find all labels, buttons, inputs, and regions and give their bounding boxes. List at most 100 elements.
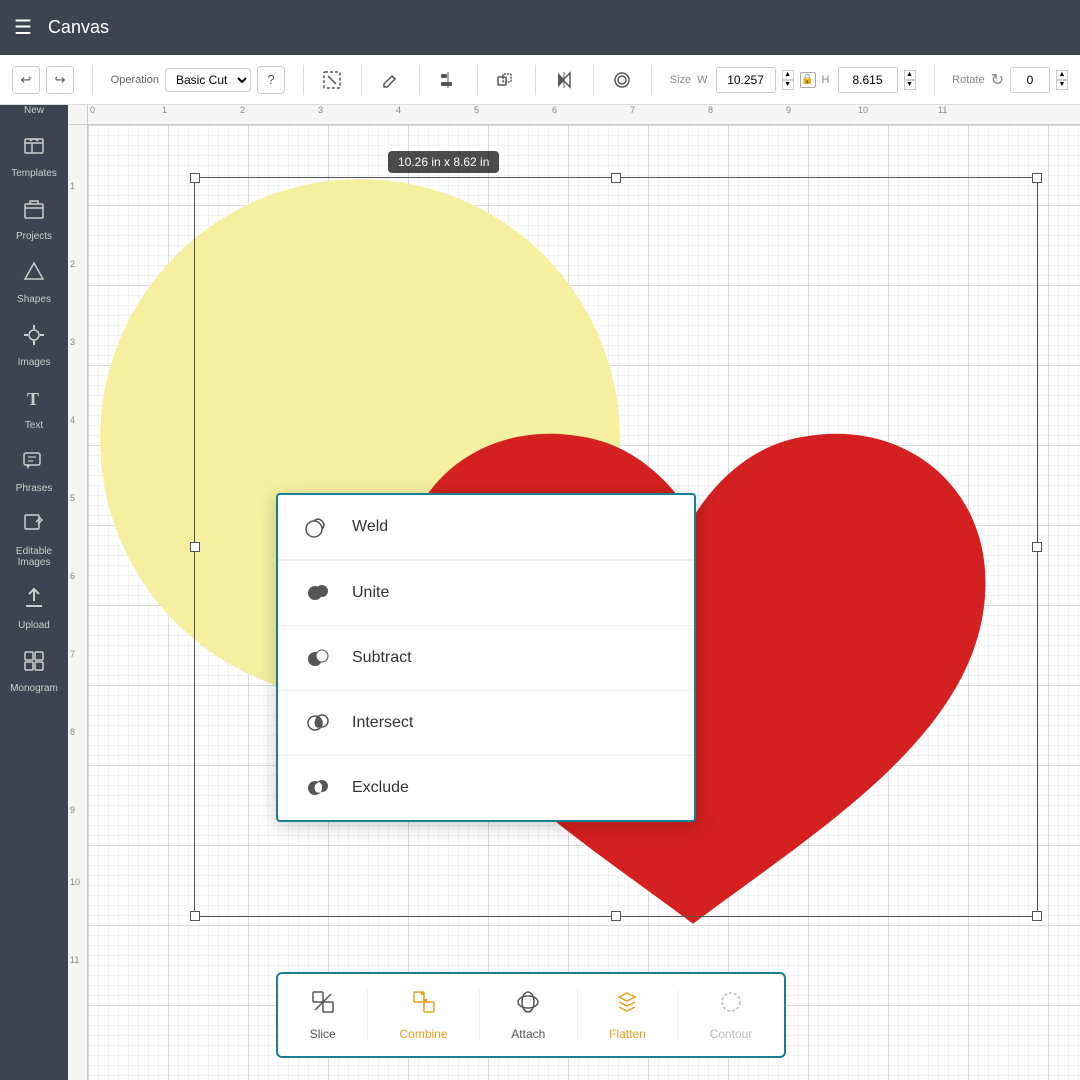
ruler-h-tick-3: 3: [318, 105, 323, 115]
bt-item-attach[interactable]: Attach: [499, 983, 557, 1047]
sidebar-item-editable-images[interactable]: Editable Images: [2, 504, 66, 576]
align-icon: [438, 70, 458, 90]
redo-button[interactable]: ↪: [46, 66, 74, 94]
rotate-up[interactable]: ▲: [1056, 70, 1068, 80]
ruler-h-tick-5: 5: [474, 105, 479, 115]
bt-item-combine[interactable]: Combine: [387, 983, 459, 1047]
size-label: Size: [670, 74, 691, 86]
sidebar-item-label-new: New: [24, 105, 44, 116]
operation-select[interactable]: Basic Cut: [165, 68, 251, 92]
size-h-up[interactable]: ▲: [904, 70, 916, 80]
sidebar-item-images[interactable]: Images: [2, 315, 66, 376]
ruler-v-tick-5: 5: [70, 493, 75, 503]
size-tooltip-text: 10.26 in x 8.62 in: [398, 155, 489, 169]
intersect-icon: [302, 707, 334, 739]
sidebar-item-label-images: Images: [18, 357, 51, 368]
sidebar-item-label-text: Text: [25, 420, 43, 431]
bt-item-slice[interactable]: Slice: [298, 983, 348, 1047]
canvas-area: 0 1 2 3 4 5 6 7 8 9 10 11 1 2 3 4 5 6 7 …: [68, 105, 1080, 1080]
menu-item-intersect[interactable]: Intersect: [278, 691, 694, 756]
bt-item-contour: Contour: [698, 983, 765, 1047]
size-h-down[interactable]: ▼: [904, 80, 916, 90]
sel-handle-tl[interactable]: [190, 173, 200, 183]
menu-item-label-exclude: Exclude: [352, 779, 409, 797]
ruler-h-tick-9: 9: [786, 105, 791, 115]
sidebar-item-upload[interactable]: Upload: [2, 578, 66, 639]
subtract-icon: [302, 642, 334, 674]
menu-item-label-subtract: Subtract: [352, 649, 412, 667]
sidebar-item-label-upload: Upload: [18, 620, 50, 631]
deselect-button[interactable]: [322, 64, 343, 96]
ruler-v-tick-7: 7: [70, 649, 75, 659]
bt-item-flatten[interactable]: Flatten: [597, 983, 658, 1047]
sep-8: [651, 65, 652, 95]
ruler-v-tick-8: 8: [70, 727, 75, 737]
size-h-label: H: [822, 74, 830, 86]
ruler-h-tick-11: 11: [938, 105, 947, 115]
unite-icon: [302, 577, 334, 609]
ruler-h-tick-1: 1: [162, 105, 167, 115]
size-w-up[interactable]: ▲: [782, 70, 794, 80]
sidebar-item-projects[interactable]: Projects: [2, 189, 66, 250]
slice-icon: [310, 989, 336, 1021]
bt-label-flatten: Flatten: [609, 1027, 646, 1041]
sep-1: [92, 65, 93, 95]
size-w-down[interactable]: ▼: [782, 80, 794, 90]
upload-icon: [22, 586, 46, 616]
size-w-input[interactable]: [716, 67, 776, 93]
sidebar-item-text[interactable]: T Text: [2, 378, 66, 439]
sidebar-item-phrases[interactable]: Phrases: [2, 441, 66, 502]
sidebar-item-shapes[interactable]: Shapes: [2, 252, 66, 313]
sel-handle-mr[interactable]: [1032, 542, 1042, 552]
flip-icon: [554, 70, 574, 90]
monogram-icon: [22, 649, 46, 679]
sep-4: [419, 65, 420, 95]
ruler-v-tick-11: 11: [70, 955, 79, 965]
lock-aspect-icon[interactable]: 🔒: [800, 72, 816, 88]
flip-button[interactable]: [554, 64, 575, 96]
sidebar-item-templates[interactable]: Templates: [2, 126, 66, 187]
ruler-h-tick-2: 2: [240, 105, 245, 115]
templates-icon: [22, 134, 46, 164]
bt-label-attach: Attach: [511, 1027, 545, 1041]
sidebar-item-label-monogram: Monogram: [10, 683, 58, 694]
menu-item-exclude[interactable]: Exclude: [278, 756, 694, 820]
menu-item-unite[interactable]: Unite: [278, 561, 694, 626]
exclude-icon: [302, 772, 334, 804]
rotate-label: Rotate: [952, 74, 984, 86]
operation-group: Operation Basic Cut ?: [111, 66, 285, 94]
ruler-v-tick-6: 6: [70, 571, 75, 581]
sidebar-item-monogram[interactable]: Monogram: [2, 641, 66, 702]
sidebar-item-label-templates: Templates: [11, 168, 57, 179]
operation-help-button[interactable]: ?: [257, 66, 285, 94]
undo-button[interactable]: ↩: [12, 66, 40, 94]
arrange-button[interactable]: [496, 64, 517, 96]
topbar: ☰ Canvas: [0, 0, 1080, 55]
rotate-input[interactable]: [1010, 67, 1050, 93]
sep-6: [535, 65, 536, 95]
offset-button[interactable]: [612, 64, 633, 96]
align-button[interactable]: [438, 64, 459, 96]
canvas-grid[interactable]: 10.26 in x 8.62 in Weld: [88, 125, 1080, 1080]
ruler-v-tick-9: 9: [70, 805, 75, 815]
sel-handle-tm[interactable]: [611, 173, 621, 183]
weld-icon: [302, 511, 334, 543]
sel-handle-br[interactable]: [1032, 911, 1042, 921]
sel-handle-bl[interactable]: [190, 911, 200, 921]
menu-item-weld[interactable]: Weld: [278, 495, 694, 560]
menu-item-subtract[interactable]: Subtract: [278, 626, 694, 691]
projects-icon: [22, 197, 46, 227]
rotate-down[interactable]: ▼: [1056, 80, 1068, 90]
deselect-icon: [323, 71, 341, 89]
size-h-input[interactable]: [838, 67, 898, 93]
sep-5: [477, 65, 478, 95]
ruler-corner: [68, 105, 88, 125]
ruler-h-tick-8: 8: [708, 105, 713, 115]
edit-button[interactable]: [380, 64, 401, 96]
operation-label: Operation: [111, 74, 159, 86]
hamburger-icon[interactable]: ☰: [14, 15, 32, 40]
sel-handle-tr[interactable]: [1032, 173, 1042, 183]
ruler-v-tick-10: 10: [70, 877, 80, 887]
size-tooltip: 10.26 in x 8.62 in: [388, 151, 499, 173]
flatten-icon: [614, 989, 640, 1021]
